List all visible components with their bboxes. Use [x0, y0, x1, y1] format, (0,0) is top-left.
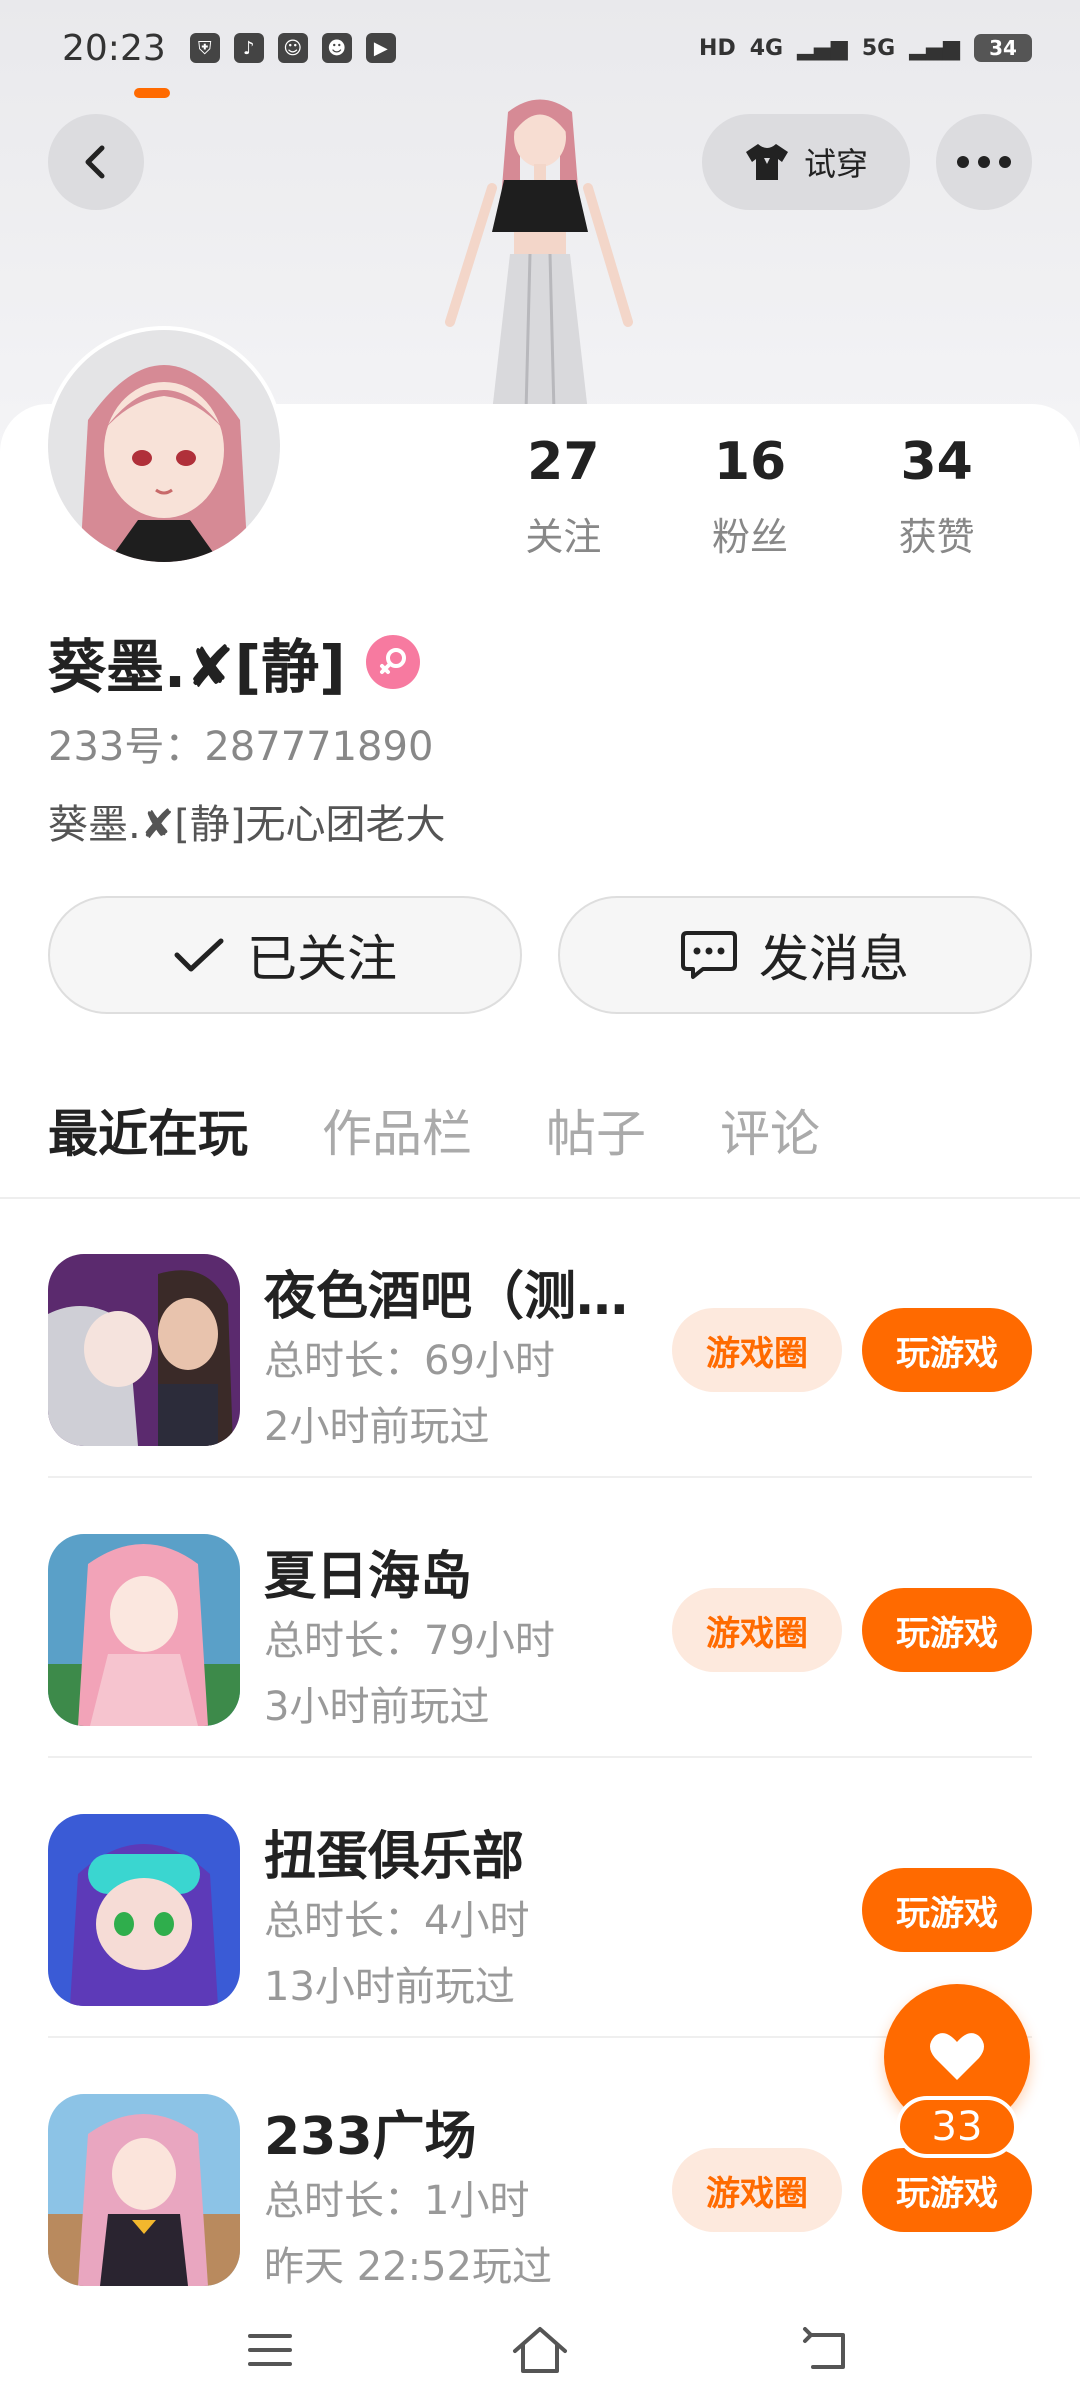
status-time: 20:23: [62, 27, 166, 69]
stat-value: 34: [900, 432, 973, 492]
stat-label: 关注: [525, 515, 602, 559]
try-on-button[interactable]: 试穿: [702, 114, 910, 210]
game-title: 夜色酒吧（测…: [264, 1267, 629, 1327]
game-icon-night-bar: [48, 1254, 240, 1446]
monkey-icon: ☺: [277, 33, 308, 63]
play-game-button[interactable]: 玩游戏: [862, 2148, 1032, 2232]
game-duration: 总时长：4小时: [264, 1898, 530, 1944]
play-game-button[interactable]: 玩游戏: [862, 1868, 1032, 1952]
signal-icon-2: ▂▄▆: [909, 35, 960, 61]
chevron-left-icon: [85, 145, 105, 179]
battery-icon: 34: [974, 34, 1032, 62]
system-nav-bar: [0, 2300, 1080, 2404]
game-last-played: 昨天 22:52玩过: [264, 2244, 552, 2290]
play-game-button[interactable]: 玩游戏: [862, 1308, 1032, 1392]
list-item[interactable]: 夜色酒吧（测… 总时长：69小时 2小时前玩过 游戏圈 玩游戏: [48, 1198, 1032, 1478]
more-button[interactable]: [936, 114, 1032, 210]
game-icon-capsule-club: [48, 1814, 240, 2006]
back-button[interactable]: [48, 114, 144, 210]
game-icon-summer-island: [48, 1534, 240, 1726]
list-item[interactable]: 233广场 总时长：1小时 昨天 22:52玩过 游戏圈 玩游戏: [48, 2038, 1032, 2318]
robot-icon: ☻: [321, 33, 352, 63]
play-game-button[interactable]: 玩游戏: [862, 1588, 1032, 1672]
tab-works[interactable]: 作品栏: [322, 1094, 472, 1166]
avatar-portrait: [48, 330, 280, 562]
tshirt-icon: [745, 144, 788, 180]
following-label: 已关注: [247, 930, 397, 988]
stat-label: 获赞: [898, 515, 975, 559]
game-title: 扭蛋俱乐部: [264, 1827, 525, 1887]
check-icon: [174, 938, 224, 972]
game-last-played: 13小时前玩过: [264, 1964, 515, 2010]
game-icon-233-plaza: [48, 2094, 240, 2286]
tiktok-icon: ♪: [233, 33, 264, 63]
tab-posts[interactable]: 帖子: [546, 1094, 646, 1166]
home-icon[interactable]: [510, 2320, 570, 2380]
more-dots-icon: [957, 156, 1011, 168]
tab-comments[interactable]: 评论: [720, 1094, 820, 1166]
stats-row: 27 关注 16 粉丝 34 获赞: [470, 432, 1030, 561]
stat-value: 16: [713, 432, 787, 492]
following-button[interactable]: 已关注: [48, 896, 522, 1014]
game-duration: 总时长：79小时: [264, 1618, 555, 1664]
profile-tabs: 最近在玩 作品栏 帖子 评论: [0, 1094, 1080, 1198]
hd-indicator: HD: [699, 35, 736, 61]
tab-indicator: [134, 88, 170, 98]
network-4g: 4G: [749, 35, 784, 61]
list-item[interactable]: 扭蛋俱乐部 总时长：4小时 13小时前玩过 玩游戏: [48, 1758, 1032, 2038]
game-circle-button[interactable]: 游戏圈: [672, 2148, 842, 2232]
user-bio: 葵墨.✘[静]无心团老大: [48, 802, 446, 848]
female-icon: [365, 635, 420, 689]
message-button[interactable]: 发消息: [558, 896, 1032, 1014]
signal-icon: ▂▄▆: [797, 35, 848, 61]
username: 葵墨.✘[静]: [48, 633, 346, 701]
game-duration: 总时长：69小时: [264, 1338, 555, 1384]
game-circle-button[interactable]: 游戏圈: [672, 1588, 842, 1672]
game-last-played: 3小时前玩过: [264, 1684, 490, 1730]
game-duration: 总时长：1小时: [264, 2178, 530, 2224]
stat-following[interactable]: 27 关注: [470, 432, 657, 561]
stat-likes[interactable]: 34 获赞: [843, 432, 1030, 561]
game-title: 233广场: [264, 2107, 477, 2167]
avatar-3d-figure: [445, 99, 633, 412]
network-5g: 5G: [861, 35, 896, 61]
stat-followers[interactable]: 16 粉丝: [657, 432, 844, 561]
stat-label: 粉丝: [712, 515, 789, 559]
back-nav-icon[interactable]: [796, 2320, 856, 2380]
stat-value: 27: [527, 432, 600, 492]
shield-icon: ⛨: [189, 33, 220, 63]
game-title: 夏日海岛: [264, 1547, 473, 1607]
list-item[interactable]: 夏日海岛 总时长：79小时 3小时前玩过 游戏圈 玩游戏: [48, 1478, 1032, 1758]
avatar[interactable]: [48, 330, 280, 562]
game-circle-button[interactable]: 游戏圈: [672, 1308, 842, 1392]
play-icon: ▶: [365, 33, 396, 63]
message-icon: [681, 931, 737, 979]
like-count-badge: 33: [896, 2096, 1018, 2158]
tab-recently-played[interactable]: 最近在玩: [48, 1094, 248, 1166]
username-row: 葵墨.✘[静]: [48, 620, 420, 704]
menu-icon[interactable]: [240, 2320, 300, 2380]
status-bar: 20:23 ⛨ ♪ ☺ ☻ ▶ HD 4G ▂▄▆ 5G ▂▄▆ 34: [0, 0, 1080, 96]
game-last-played: 2小时前玩过: [264, 1404, 490, 1450]
message-label: 发消息: [759, 930, 909, 988]
try-on-label: 试穿: [803, 145, 868, 183]
user-id: 233号：287771890: [48, 724, 434, 770]
heart-icon: [930, 2033, 984, 2080]
